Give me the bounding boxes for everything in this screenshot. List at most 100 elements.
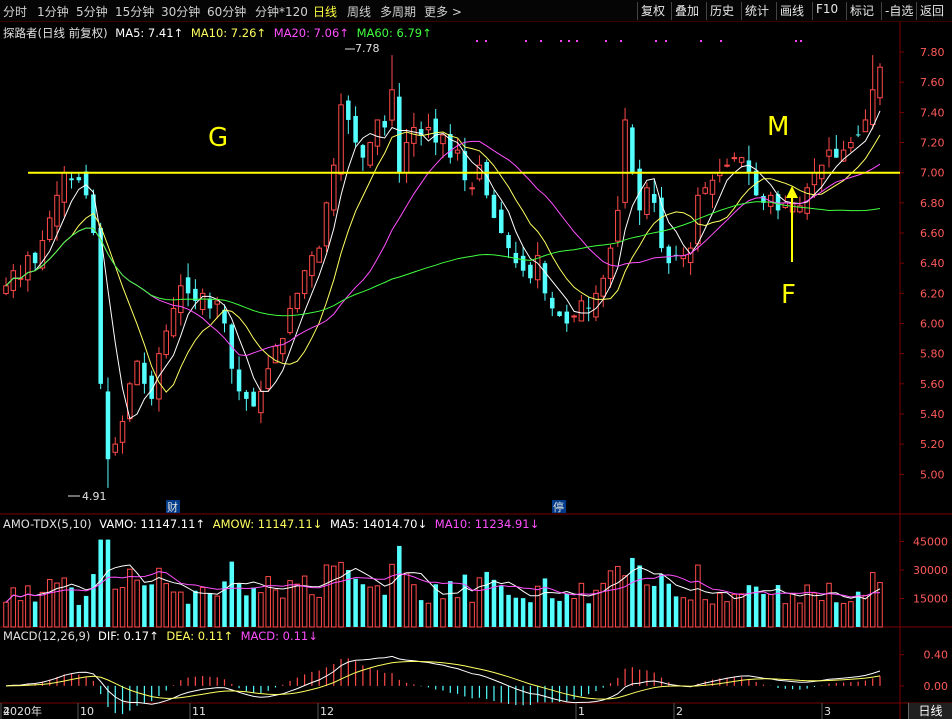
candle-body-up [869, 89, 876, 126]
signal-dot [720, 40, 722, 42]
volume-bar-down [251, 587, 256, 627]
candle-body-down [564, 311, 570, 324]
candle-body-down [491, 194, 497, 218]
volume-bar-down [244, 595, 249, 627]
volume-bar-up [738, 593, 745, 628]
volume-bar-up [425, 602, 432, 628]
volume-bar-down [353, 578, 358, 627]
candle-body-up [848, 142, 854, 149]
volume-bar-up [374, 585, 381, 628]
volume-bar-up [767, 593, 774, 628]
volume-bar-up [17, 600, 24, 628]
price-tick-label: 7.60 [920, 76, 945, 89]
volume-bar-down [637, 565, 642, 627]
candle-body-down [360, 145, 366, 158]
candle-body-up [374, 119, 381, 147]
volume-bar-up [338, 561, 344, 628]
volume-bar-up [411, 584, 417, 628]
candle-body-down [382, 121, 387, 128]
candle-body-up [112, 443, 119, 453]
signal-dot [485, 40, 487, 42]
candle-body-up [644, 187, 650, 215]
volume-bar-down [513, 597, 519, 627]
candle-body-up [258, 390, 264, 414]
candle-body-down [98, 228, 103, 384]
x-axis-label: 10 [80, 705, 94, 718]
price-tick-label: 6.00 [920, 318, 945, 331]
signal-dot [605, 40, 607, 42]
footer-period-tab[interactable]: 日线 [908, 703, 952, 719]
price-tick-label: 5.40 [920, 408, 945, 421]
volume-bar-up [702, 599, 708, 628]
x-axis-label: 2 [676, 705, 683, 718]
price-tick-label: 7.00 [920, 167, 945, 180]
volume-bar-up [578, 582, 585, 628]
candle-body-up [425, 126, 432, 131]
volume-bar-up [818, 600, 825, 628]
candle-body-down [834, 148, 839, 158]
signal-dot [568, 40, 570, 42]
volume-tick-label: 30000 [913, 564, 948, 577]
candle-body-up [214, 300, 220, 305]
volume-bar-down [207, 593, 213, 627]
volume-bar-up [389, 563, 395, 628]
volume-bar-up [840, 602, 847, 628]
candle-body-up [119, 421, 126, 443]
volume-bar-up [46, 579, 53, 628]
volume-bar-up [280, 597, 286, 628]
volume-bar-up [112, 588, 119, 628]
volume-bar-up [622, 575, 628, 628]
candle-body-up [571, 315, 577, 318]
volume-bar-up [826, 582, 832, 628]
volume-bar-down [775, 585, 781, 627]
signal-dot [795, 40, 797, 42]
volume-bar-up [731, 593, 738, 628]
volume-bar-up [127, 568, 133, 628]
volume-bar-up [469, 601, 475, 628]
candle-body-up [309, 255, 315, 277]
volume-bar-up [367, 586, 373, 628]
candle-body-up [862, 119, 869, 133]
price-tick-label: 5.60 [920, 378, 945, 391]
volume-bar-up [476, 577, 483, 628]
event-marker-ting: 停 [553, 500, 564, 514]
candle-body-up [593, 292, 599, 318]
volume-bar-down [520, 598, 526, 627]
volume-bar-down [76, 604, 82, 627]
candlestick-chart[interactable]: 7.80 7.60 7.40 7.20 7.00 6.80 6.60 6.40 6.20 6.00… [0, 0, 952, 719]
candle-body-up [615, 209, 621, 242]
volume-bar-up [163, 583, 169, 628]
candle-body-up [280, 338, 286, 355]
volume-bar-up [687, 599, 694, 628]
candle-body-up [469, 187, 475, 190]
volume-bar-down [236, 583, 242, 627]
volume-bar-up [178, 591, 184, 628]
candle-body-down [251, 391, 256, 407]
x-axis-label: 11 [192, 705, 206, 718]
low-label: 4.91 [82, 490, 107, 503]
candle-body-down [549, 297, 555, 309]
volume-bar-down [193, 590, 198, 627]
candle-body-up [826, 149, 832, 157]
volume-tick-label: 15000 [913, 593, 948, 606]
volume-bar-up [119, 587, 126, 628]
volume-bar-up [403, 572, 410, 628]
volume-bar-up [214, 595, 220, 628]
candle-body-down [142, 362, 147, 384]
signal-dot [655, 40, 657, 42]
candle-body-up [316, 247, 322, 263]
volume-bar-down [32, 601, 38, 627]
volume-bar-down [673, 596, 679, 627]
volume-bar-down [557, 600, 562, 627]
volume-bar-down [549, 598, 555, 627]
volume-bar-up [309, 594, 315, 628]
candle-body-up [607, 247, 614, 279]
volume-bar-down [651, 585, 657, 627]
candle-body-up [454, 149, 461, 154]
volume-bar-up [811, 592, 818, 628]
volume-bar-up [301, 575, 308, 628]
volume-bar-up [330, 565, 337, 628]
candle-body-down [433, 118, 438, 143]
signal-dot [560, 40, 562, 42]
candle-body-down [32, 252, 38, 264]
